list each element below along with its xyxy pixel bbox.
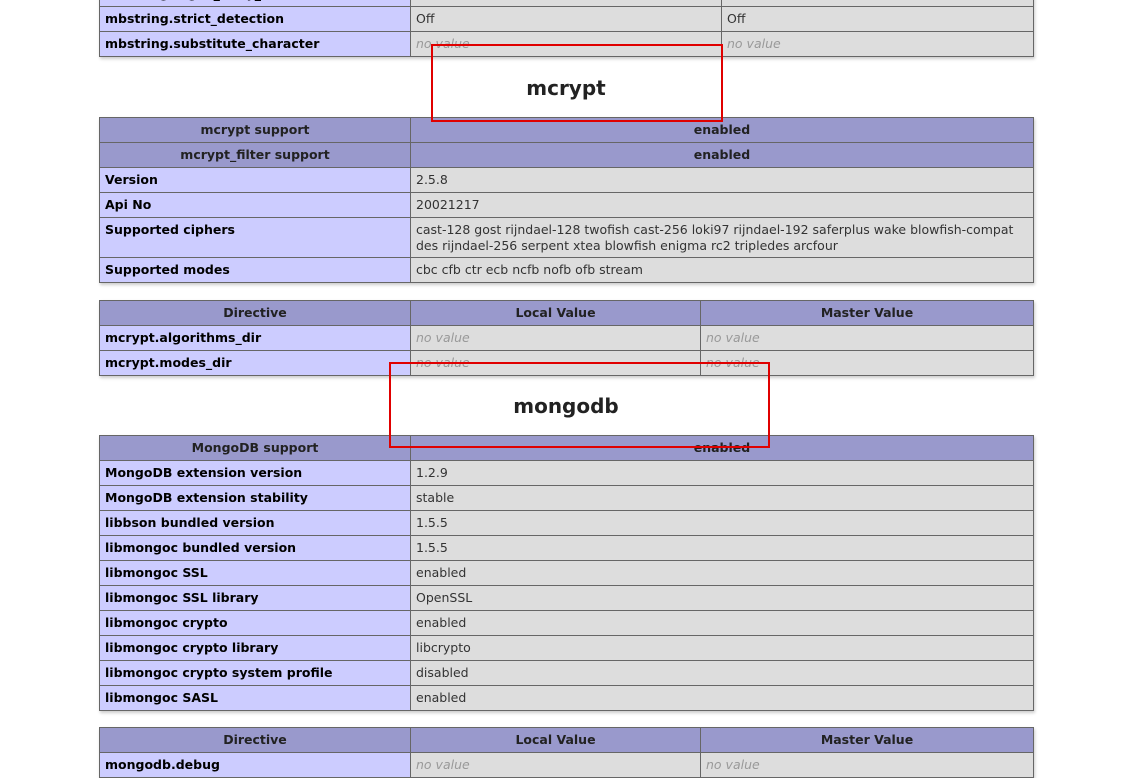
support-label: mcrypt support <box>99 117 411 143</box>
info-label: MongoDB extension stability <box>99 485 411 511</box>
table-row: libmongoc SSL enabled <box>99 560 1034 586</box>
info-label: libmongoc SSL library <box>99 585 411 611</box>
table-row: libmongoc SASL enabled <box>99 685 1034 711</box>
info-label: libbson bundled version <box>99 510 411 536</box>
info-value: enabled <box>410 610 1034 636</box>
info-label: Api No <box>99 192 411 218</box>
column-header-directive: Directive <box>99 727 411 753</box>
info-value: cbc cfb ctr ecb ncfb nofb ofb stream <box>410 257 1034 283</box>
directive-name: mbstring.substitute_character <box>99 31 411 57</box>
table-row: Api No 20021217 <box>99 192 1034 218</box>
column-header-master: Master Value <box>700 300 1034 326</box>
info-value: enabled <box>410 685 1034 711</box>
mcrypt-directives-table: Directive Local Value Master Value mcryp… <box>99 300 1034 376</box>
support-value: enabled <box>410 117 1034 143</box>
section-title-mongodb: mongodb <box>513 394 619 418</box>
table-row: mcrypt.modes_dir no value no value <box>99 350 1034 376</box>
info-value: OpenSSL <box>410 585 1034 611</box>
info-label: Version <box>99 167 411 193</box>
info-label: Supported modes <box>99 257 411 283</box>
table-row: libmongoc crypto library libcrypto <box>99 635 1034 661</box>
info-value: 1.2.9 <box>410 460 1034 486</box>
table-row: libmongoc crypto system profile disabled <box>99 660 1034 686</box>
info-label: libmongoc crypto <box>99 610 411 636</box>
master-value: no value <box>706 330 760 345</box>
table-row: mcrypt.algorithms_dir no value no value <box>99 325 1034 351</box>
local-value: no value <box>416 36 470 51</box>
info-value: 1.5.5 <box>410 510 1034 536</box>
table-row: mbstring.strict_detection Off Off <box>99 6 1034 32</box>
table-row: mbstring.substitute_character no value n… <box>99 31 1034 57</box>
info-label: MongoDB extension version <box>99 460 411 486</box>
table-row: mcrypt_filter support enabled <box>99 142 1034 168</box>
info-value: 2.5.8 <box>410 167 1034 193</box>
info-label: Supported ciphers <box>99 217 411 258</box>
table-row: libmongoc SSL library OpenSSL <box>99 585 1034 611</box>
info-value: stable <box>410 485 1034 511</box>
table-row: MongoDB support enabled <box>99 435 1034 461</box>
local-value: no value <box>416 330 470 345</box>
info-label: libmongoc SSL <box>99 560 411 586</box>
mcrypt-info-table: mcrypt support enabled mcrypt_filter sup… <box>99 117 1034 283</box>
master-value: no value <box>727 36 781 51</box>
column-header-master: Master Value <box>700 727 1034 753</box>
support-value: enabled <box>410 435 1034 461</box>
table-row: libmongoc bundled version 1.5.5 <box>99 535 1034 561</box>
table-header-row: Directive Local Value Master Value <box>99 300 1034 326</box>
column-header-local: Local Value <box>410 300 701 326</box>
info-value: libcrypto <box>410 635 1034 661</box>
master-value: no value <box>706 757 760 772</box>
table-row: MongoDB extension stability stable <box>99 485 1034 511</box>
info-value: enabled <box>410 560 1034 586</box>
section-title-mcrypt: mcrypt <box>526 76 606 100</box>
info-value: cast-128 gost rijndael-128 twofish cast-… <box>410 217 1034 258</box>
directive-name: mcrypt.algorithms_dir <box>99 325 411 351</box>
table-row: mcrypt support enabled <box>99 117 1034 143</box>
table-row: MongoDB extension version 1.2.9 <box>99 460 1034 486</box>
master-value: Off <box>721 6 1034 32</box>
info-label: libmongoc bundled version <box>99 535 411 561</box>
column-header-directive: Directive <box>99 300 411 326</box>
table-row: Supported ciphers cast-128 gost rijndael… <box>99 217 1034 258</box>
table-row: libmongoc crypto enabled <box>99 610 1034 636</box>
master-value: no value <box>706 355 760 370</box>
table-row: libbson bundled version 1.5.5 <box>99 510 1034 536</box>
info-value: 20021217 <box>410 192 1034 218</box>
support-label: MongoDB support <box>99 435 411 461</box>
directive-name: mongodb.debug <box>99 752 411 778</box>
local-value: no value <box>416 757 470 772</box>
table-row: mongodb.debug no value no value <box>99 752 1034 778</box>
table-row: Supported modes cbc cfb ctr ecb ncfb nof… <box>99 257 1034 283</box>
table-header-row: Directive Local Value Master Value <box>99 727 1034 753</box>
info-label: libmongoc crypto system profile <box>99 660 411 686</box>
mongodb-info-table: MongoDB support enabled MongoDB extensio… <box>99 435 1034 711</box>
support-label: mcrypt_filter support <box>99 142 411 168</box>
info-label: libmongoc SASL <box>99 685 411 711</box>
directive-name: mbstring.strict_detection <box>99 6 411 32</box>
column-header-local: Local Value <box>410 727 701 753</box>
mbstring-directives-table: mbstring.regex_retry_limit mbstring.stri… <box>99 0 1034 57</box>
mongodb-directives-table: Directive Local Value Master Value mongo… <box>99 727 1034 778</box>
info-label: libmongoc crypto library <box>99 635 411 661</box>
local-value: no value <box>416 355 470 370</box>
directive-name: mcrypt.modes_dir <box>99 350 411 376</box>
info-value: 1.5.5 <box>410 535 1034 561</box>
local-value: Off <box>410 6 722 32</box>
info-value: disabled <box>410 660 1034 686</box>
table-row: Version 2.5.8 <box>99 167 1034 193</box>
support-value: enabled <box>410 142 1034 168</box>
